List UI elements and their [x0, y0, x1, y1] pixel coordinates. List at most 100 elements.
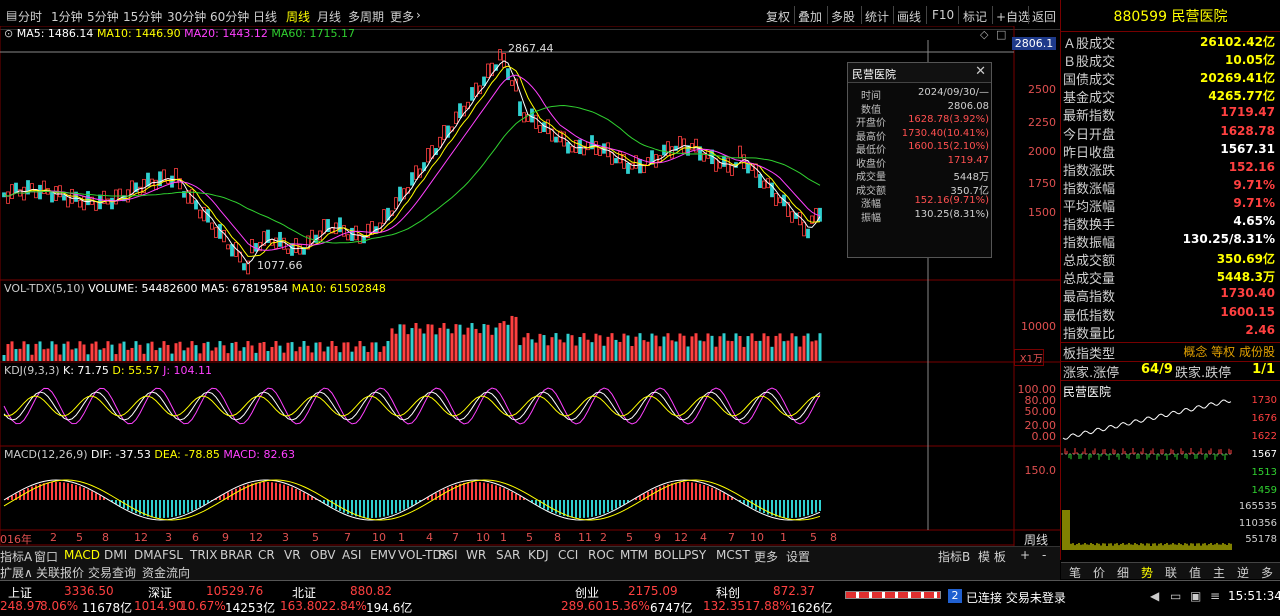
- indicator-tab[interactable]: DMI: [104, 548, 127, 562]
- list-icon[interactable]: ≡: [1210, 589, 1220, 603]
- diamond-icon[interactable]: ◇: [980, 28, 988, 41]
- popup-row-value: 2806.08: [948, 101, 989, 112]
- x-axis-label: 12: [249, 531, 263, 544]
- volume-bar: [639, 333, 642, 361]
- mini-tab[interactable]: 联: [1165, 564, 1177, 581]
- multi-stock-button[interactable]: 多股: [831, 8, 855, 25]
- indicator-tab[interactable]: MACD: [64, 548, 100, 562]
- ma10-label: MA10: 1446.90: [97, 27, 181, 40]
- macd-bar: [55, 482, 57, 500]
- volume-bar: [699, 341, 702, 361]
- indicator-tab[interactable]: BRAR: [220, 548, 253, 562]
- menu-icon[interactable]: ▤: [6, 8, 17, 22]
- indicator-tab[interactable]: CR: [258, 548, 275, 562]
- volume-bar: [727, 341, 730, 361]
- cursor-price-tag: 2806.1: [1012, 37, 1056, 50]
- macd-bar: [723, 493, 725, 500]
- lock-icon[interactable]: ▣: [1190, 589, 1201, 603]
- volume-bar: [675, 342, 678, 361]
- macd-bar: [359, 500, 361, 517]
- volume-bar: [11, 341, 14, 361]
- square-icon[interactable]: □: [996, 28, 1006, 41]
- macd-bar: [131, 500, 133, 512]
- mini-tab[interactable]: 细: [1117, 564, 1129, 581]
- fuquan-button[interactable]: 复权: [766, 8, 790, 25]
- period-tab-30min[interactable]: 30分钟: [167, 8, 206, 25]
- indicator-tab[interactable]: ROC: [588, 548, 614, 562]
- extension-tab[interactable]: 关联报价: [36, 564, 84, 581]
- mini-tab[interactable]: 价: [1093, 564, 1105, 581]
- indicator-tab[interactable]: MTM: [620, 548, 648, 562]
- volume-bar: [339, 352, 342, 361]
- connection-status[interactable]: 已连接 交易未登录: [966, 589, 1066, 606]
- period-tab-fenshi[interactable]: 分时: [18, 8, 42, 25]
- macd-bar: [355, 500, 357, 516]
- indicator-tab[interactable]: FSL: [162, 548, 183, 562]
- macd-bar: [251, 484, 253, 500]
- macd-bar: [807, 500, 809, 515]
- period-tab-month[interactable]: 月线: [317, 8, 341, 25]
- period-tab-more[interactable]: 更多: [390, 8, 414, 25]
- f10-button[interactable]: F10: [932, 8, 954, 22]
- indicator-tab[interactable]: PSY: [684, 548, 706, 562]
- indicator-tab[interactable]: ASI: [342, 548, 361, 562]
- chevron-right-icon[interactable]: ›: [416, 8, 421, 22]
- indicator-tab[interactable]: VR: [284, 548, 301, 562]
- draw-line-button[interactable]: 画线: [897, 8, 921, 25]
- indicator-tab[interactable]: BOLL: [654, 548, 685, 562]
- stats-button[interactable]: 统计: [865, 8, 889, 25]
- back-button[interactable]: 返回: [1032, 8, 1056, 25]
- macd-bar: [267, 482, 269, 500]
- indicator-tab[interactable]: MCST: [716, 548, 750, 562]
- x-axis-label: 8: [830, 531, 837, 544]
- indicator-tab[interactable]: KDJ: [528, 548, 549, 562]
- mark-button[interactable]: 标记: [963, 8, 987, 25]
- mini-tab[interactable]: 逆: [1237, 564, 1249, 581]
- macd-bar: [299, 491, 301, 500]
- period-tab-day[interactable]: 日线: [253, 8, 277, 25]
- period-tab-60min[interactable]: 60分钟: [210, 8, 249, 25]
- indicator-tab[interactable]: RSI: [438, 548, 458, 562]
- macd-bar: [599, 500, 601, 515]
- tab-right[interactable]: +: [1020, 548, 1030, 562]
- mini-tab[interactable]: 笔: [1069, 564, 1081, 581]
- period-tab-week[interactable]: 周线: [286, 8, 310, 25]
- macd-title[interactable]: MACD(12,26,9): [4, 448, 88, 461]
- period-tab-15min[interactable]: 15分钟: [123, 8, 162, 25]
- indicator-tab[interactable]: TRIX: [190, 548, 217, 562]
- candle: [243, 264, 246, 270]
- extension-tab[interactable]: 资金流向: [142, 564, 190, 581]
- tab-right[interactable]: -: [1042, 548, 1046, 562]
- monitor-icon[interactable]: ▭: [1170, 589, 1181, 603]
- kdj-title[interactable]: KDJ(9,3,3): [4, 364, 60, 377]
- board-type-value[interactable]: 概念 等权 成份股: [1183, 343, 1275, 360]
- ma-toggle-icon[interactable]: ⊙: [4, 27, 13, 40]
- period-tab-5min[interactable]: 5分钟: [87, 8, 119, 25]
- add-watchlist-button[interactable]: +自选: [996, 8, 1030, 25]
- indicator-tab[interactable]: DMA: [134, 548, 162, 562]
- close-icon[interactable]: ✕: [975, 64, 986, 79]
- macd-bar: [603, 500, 605, 514]
- period-tab-multi[interactable]: 多周期: [348, 8, 384, 25]
- extension-tab[interactable]: 扩展∧: [0, 564, 33, 581]
- volume-bar: [743, 347, 746, 361]
- popup-row-value: 130.25(8.31%): [914, 209, 989, 220]
- mini-tab[interactable]: 多: [1261, 564, 1273, 581]
- indicator-tab[interactable]: CCI: [558, 548, 578, 562]
- mini-tab[interactable]: 势: [1141, 564, 1153, 581]
- panel-row: 最低指数1600.15: [1063, 305, 1279, 323]
- extension-tab[interactable]: 交易查询: [88, 564, 136, 581]
- volume-bar: [151, 342, 154, 361]
- speaker-icon[interactable]: ◀: [1150, 589, 1159, 603]
- volume-bar: [403, 324, 406, 361]
- indicator-tab[interactable]: OBV: [310, 548, 336, 562]
- indicator-tab[interactable]: EMV: [370, 548, 396, 562]
- overlay-button[interactable]: 叠加: [798, 8, 822, 25]
- macd-bar: [519, 496, 521, 500]
- period-tab-1min[interactable]: 1分钟: [51, 8, 83, 25]
- indicator-tab[interactable]: SAR: [496, 548, 520, 562]
- mini-tab[interactable]: 主: [1213, 564, 1225, 581]
- mini-tab[interactable]: 值: [1189, 564, 1201, 581]
- vol-title[interactable]: VOL-TDX(5,10): [4, 282, 85, 295]
- indicator-tab[interactable]: WR: [466, 548, 486, 562]
